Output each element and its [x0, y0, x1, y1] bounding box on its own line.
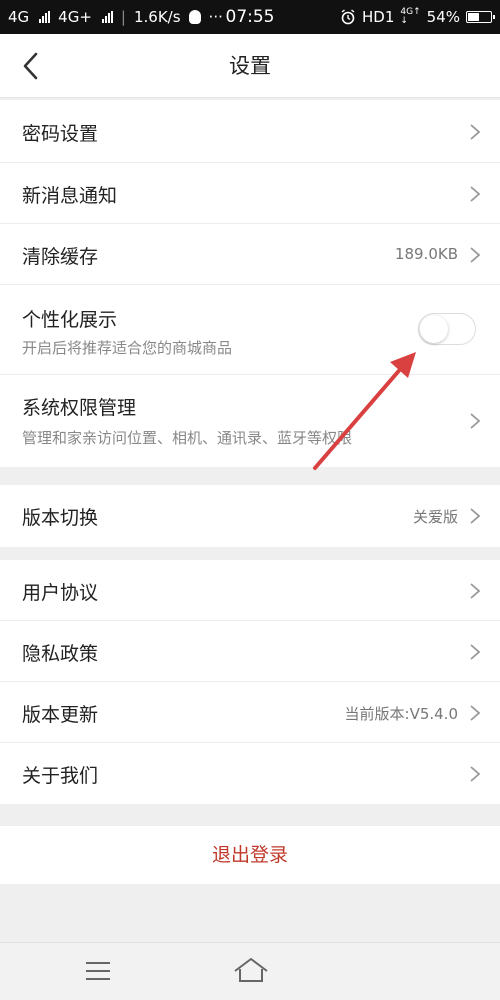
- menu-icon[interactable]: [84, 959, 112, 983]
- chevron-right-icon: [470, 124, 481, 140]
- chevron-right-icon: [470, 583, 481, 599]
- password-settings-row[interactable]: 密码设置: [0, 100, 500, 163]
- chevron-right-icon: [470, 766, 481, 782]
- row-label: 个性化展示: [22, 309, 118, 331]
- more-dots: ···: [208, 8, 223, 26]
- signal-icon: [39, 11, 51, 23]
- privacy-policy-row[interactable]: 隐私政策: [0, 621, 500, 682]
- toggle-knob: [420, 315, 448, 343]
- row-subtitle: 管理和家亲访问位置、相机、通讯录、蓝牙等权限: [22, 429, 353, 447]
- settings-group-main: 密码设置 新消息通知 清除缓存 189.0KB 个性化展示 开启后将推荐适合您的…: [0, 100, 500, 467]
- clear-cache-row[interactable]: 清除缓存 189.0KB: [0, 224, 500, 285]
- chevron-right-icon: [470, 705, 481, 721]
- personalized-display-row: 个性化展示 开启后将推荐适合您的商城商品: [0, 285, 500, 375]
- row-label: 用户协议: [22, 582, 99, 604]
- row-label: 版本更新: [22, 704, 99, 726]
- about-us-row[interactable]: 关于我们: [0, 743, 500, 804]
- row-label: 密码设置: [22, 123, 99, 145]
- hd-indicator: HD1: [362, 8, 395, 26]
- chevron-right-icon: [470, 186, 481, 202]
- system-permissions-row[interactable]: 系统权限管理 管理和家亲访问位置、相机、通讯录、蓝牙等权限: [0, 375, 500, 467]
- page-title: 设置: [229, 54, 271, 78]
- current-version-value: 当前版本:V5.4.0: [344, 705, 458, 723]
- chevron-right-icon: [470, 644, 481, 660]
- battery-icon: [466, 11, 495, 23]
- chevron-right-icon: [470, 247, 481, 263]
- network-indicator-2: 4G+: [58, 8, 92, 26]
- alarm-icon: [341, 9, 355, 25]
- logout-button[interactable]: 退出登录: [0, 826, 500, 884]
- row-label: 新消息通知: [22, 185, 118, 207]
- user-agreement-row[interactable]: 用户协议: [0, 560, 500, 621]
- row-label: 版本切换: [22, 507, 99, 529]
- version-update-row[interactable]: 版本更新 当前版本:V5.4.0: [0, 682, 500, 743]
- row-subtitle: 开启后将推荐适合您的商城商品: [22, 339, 233, 357]
- personalized-display-toggle[interactable]: [418, 313, 476, 345]
- home-icon[interactable]: [232, 955, 270, 985]
- qq-icon: [188, 10, 201, 24]
- chevron-right-icon: [470, 508, 481, 524]
- signal-icon-2: [101, 11, 113, 23]
- settings-group-about: 用户协议 隐私政策 版本更新 当前版本:V5.4.0 关于我们: [0, 560, 500, 804]
- version-mode-value: 关爱版: [412, 508, 458, 526]
- chevron-right-icon: [470, 413, 481, 429]
- version-switch-row[interactable]: 版本切换 关爱版: [0, 485, 500, 547]
- row-label: 系统权限管理: [22, 397, 137, 419]
- message-notification-row[interactable]: 新消息通知: [0, 163, 500, 224]
- settings-group-version: 版本切换 关爱版: [0, 485, 500, 547]
- network-speed: 1.6K/s: [133, 8, 181, 26]
- system-navigation-bar: [0, 942, 500, 1000]
- row-label: 关于我们: [22, 765, 99, 787]
- battery-percent: 54%: [426, 8, 460, 26]
- row-label: 清除缓存: [22, 246, 99, 268]
- network-indicator-1: 4G: [8, 8, 30, 26]
- cache-size-value: 189.0KB: [394, 245, 458, 263]
- status-bar: 4G 4G+ | 1.6K/s ··· 07:55 HD1 4G↑ ↓ 54%: [0, 0, 500, 34]
- signal-4g-icon: 4G↑ ↓: [400, 7, 421, 26]
- navigation-bar: 设置: [0, 34, 500, 98]
- row-label: 隐私政策: [22, 643, 99, 665]
